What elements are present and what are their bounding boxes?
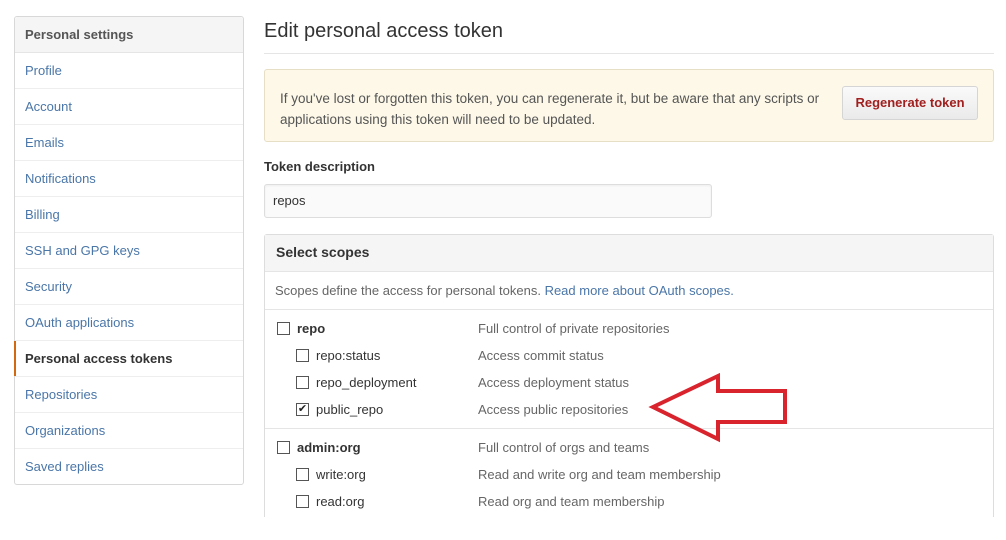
- checkbox-repo-deployment[interactable]: [296, 376, 309, 389]
- sidebar-item-personal-access-tokens[interactable]: Personal access tokens: [14, 341, 243, 377]
- scope-name: write:org: [316, 467, 366, 482]
- checkbox-read-org[interactable]: [296, 495, 309, 508]
- regenerate-warning-flash: If you've lost or forgotten this token, …: [264, 69, 994, 142]
- scope-row-write-org: write:org Read and write org and team me…: [265, 462, 993, 489]
- scope-description: Read and write org and team membership: [478, 467, 721, 482]
- sidebar-item-security[interactable]: Security: [15, 269, 243, 305]
- checkbox-public-repo[interactable]: ✔: [296, 403, 309, 416]
- scope-name: admin:org: [297, 440, 361, 455]
- checkbox-write-org[interactable]: [296, 468, 309, 481]
- sidebar-item-billing[interactable]: Billing: [15, 197, 243, 233]
- checkbox-repo-status[interactable]: [296, 349, 309, 362]
- token-description-input[interactable]: repos: [264, 184, 712, 218]
- scope-name: repo:status: [316, 348, 381, 363]
- sidebar-item-repositories[interactable]: Repositories: [15, 377, 243, 413]
- scope-row-repo-status: repo:status Access commit status: [265, 343, 993, 370]
- scopes-description: Scopes define the access for personal to…: [265, 272, 993, 310]
- scope-group-admin-org: admin:org Full control of orgs and teams…: [265, 429, 993, 520]
- scope-row-repo-deployment: repo_deployment Access deployment status: [265, 370, 993, 397]
- scope-description: Access public repositories: [478, 402, 629, 417]
- token-description-label: Token description: [264, 159, 375, 174]
- oauth-scopes-link[interactable]: Read more about OAuth scopes.: [545, 283, 734, 298]
- scope-description: Full control of orgs and teams: [478, 440, 650, 455]
- scope-name: read:org: [316, 494, 365, 509]
- checkbox-repo[interactable]: [277, 322, 290, 335]
- scope-group-repo: repo Full control of private repositorie…: [265, 310, 993, 429]
- scope-row-admin-org: admin:org Full control of orgs and teams: [265, 435, 993, 462]
- main-content: Edit personal access token If you've los…: [264, 0, 994, 517]
- scope-description: Full control of private repositories: [478, 321, 670, 336]
- scope-name: repo: [297, 321, 326, 336]
- sidebar-item-profile[interactable]: Profile: [15, 53, 243, 89]
- sidebar-item-ssh-gpg-keys[interactable]: SSH and GPG keys: [15, 233, 243, 269]
- sidebar-item-organizations[interactable]: Organizations: [15, 413, 243, 449]
- sidebar-header: Personal settings: [15, 17, 243, 53]
- page-title: Edit personal access token: [264, 20, 994, 54]
- select-scopes-header: Select scopes: [265, 235, 993, 272]
- scope-row-repo: repo Full control of private repositorie…: [265, 316, 993, 343]
- scope-description: Access deployment status: [478, 375, 630, 390]
- scopes-description-text: Scopes define the access for personal to…: [275, 283, 541, 298]
- flash-message: If you've lost or forgotten this token, …: [280, 91, 820, 127]
- sidebar-item-notifications[interactable]: Notifications: [15, 161, 243, 197]
- scope-name: public_repo: [316, 402, 384, 417]
- scope-description: Access commit status: [478, 348, 604, 363]
- scope-name: repo_deployment: [316, 375, 417, 390]
- scope-description: Read org and team membership: [478, 494, 665, 509]
- select-scopes-box: Select scopes Scopes define the access f…: [264, 234, 994, 517]
- settings-sidebar: Personal settings Profile Account Emails…: [14, 16, 244, 485]
- sidebar-item-saved-replies[interactable]: Saved replies: [15, 449, 243, 484]
- regenerate-token-button[interactable]: Regenerate token: [842, 86, 978, 120]
- sidebar-item-oauth-applications[interactable]: OAuth applications: [15, 305, 243, 341]
- scope-row-read-org: read:org Read org and team membership: [265, 489, 993, 516]
- checkmark-icon: ✔: [297, 403, 308, 415]
- checkbox-admin-org[interactable]: [277, 441, 290, 454]
- sidebar-item-account[interactable]: Account: [15, 89, 243, 125]
- scope-row-public-repo: ✔ public_repo Access public repositories: [265, 397, 993, 424]
- sidebar-item-emails[interactable]: Emails: [15, 125, 243, 161]
